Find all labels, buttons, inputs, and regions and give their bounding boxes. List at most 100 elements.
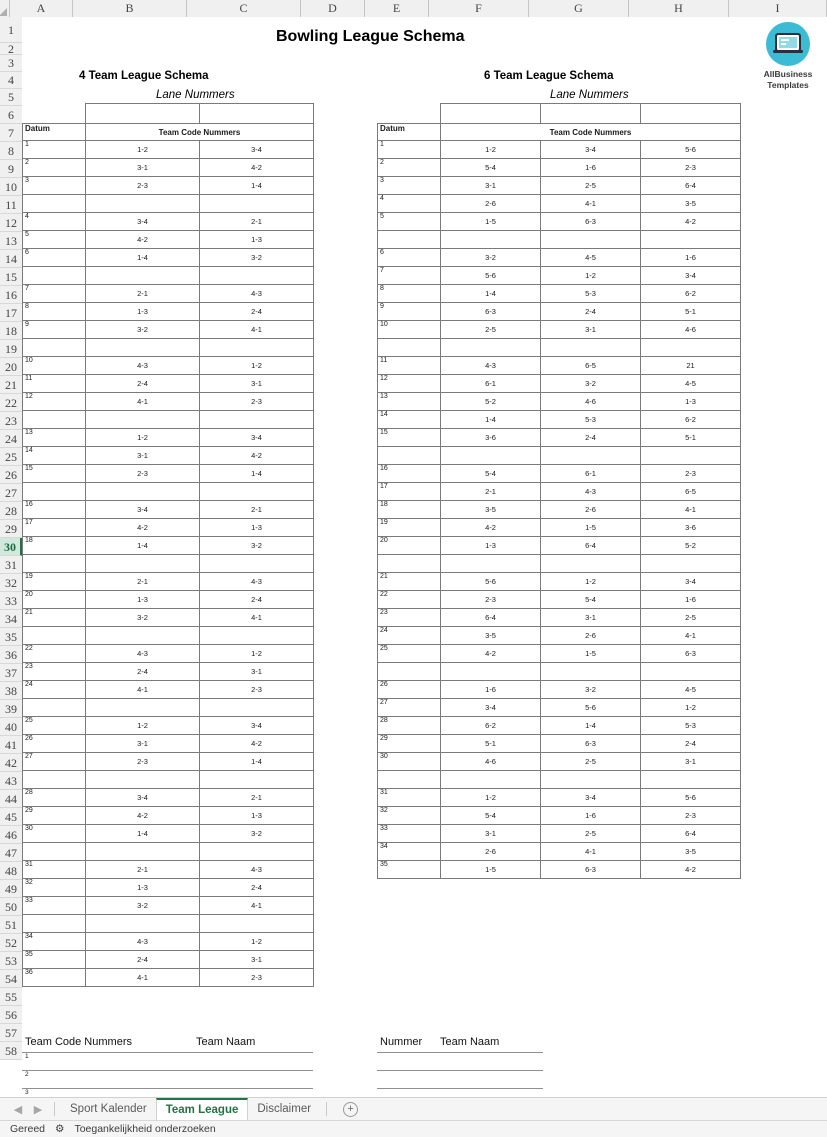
table-row[interactable]: 15 2-3 1-4 [22, 464, 314, 483]
schema4-datum-cell[interactable]: 32 [22, 878, 86, 897]
schema6-match-cell[interactable]: 2-6 [540, 626, 641, 645]
table-row[interactable]: 33 3-1 2-5 6-4 [377, 824, 741, 843]
schema6-match-cell[interactable]: 3-1 [540, 608, 641, 627]
row-header-7[interactable]: 7 [0, 124, 22, 142]
schema6-match-cell[interactable]: 5-3 [540, 410, 641, 429]
schema4-datum-cell[interactable]: 34 [22, 932, 86, 951]
schema4-match-cell[interactable]: 3-1 [85, 158, 200, 177]
schema6-match-cell[interactable]: 2-3 [440, 590, 541, 609]
row-header-32[interactable]: 32 [0, 574, 22, 592]
schema6-match-cell[interactable]: 1-2 [640, 698, 741, 717]
table-row[interactable]: 3 2-3 1-4 [22, 176, 314, 195]
schema4-match-cell[interactable] [85, 842, 200, 861]
schema6-match-cell[interactable]: 6-3 [440, 302, 541, 321]
table-row[interactable]: 34 4-3 1-2 [22, 932, 314, 951]
schema4-datum-cell[interactable]: 25 [22, 716, 86, 735]
schema4-match-cell[interactable] [85, 554, 200, 573]
schema4-datum-cell[interactable]: 8 [22, 302, 86, 321]
schema6-match-cell[interactable]: 1-6 [440, 680, 541, 699]
schema6-lane-box-0[interactable] [440, 103, 541, 124]
schema4-match-cell[interactable]: 1-3 [199, 230, 314, 249]
schema4-match-cell[interactable]: 3-4 [85, 212, 200, 231]
add-sheet-button[interactable]: + [343, 1101, 359, 1117]
row-header-56[interactable]: 56 [0, 1006, 22, 1024]
column-header-i[interactable]: I [729, 0, 827, 17]
schema4-match-cell[interactable]: 2-4 [199, 590, 314, 609]
schema4-match-cell[interactable]: 2-1 [85, 860, 200, 879]
row-header-30[interactable]: 30 [0, 538, 22, 556]
schema4-datum-cell[interactable]: 3 [22, 176, 86, 195]
schema6-match-cell[interactable]: 5-2 [640, 536, 741, 555]
schema6-match-cell[interactable]: 4-2 [640, 212, 741, 231]
schema4-match-cell[interactable]: 4-3 [199, 860, 314, 879]
schema6-match-cell[interactable] [440, 662, 541, 681]
table-row[interactable]: 4 3-4 2-1 [22, 212, 314, 231]
table-row[interactable] [377, 662, 741, 681]
schema6-match-cell[interactable] [440, 338, 541, 357]
chevron-left-icon[interactable]: ◀ [8, 1103, 28, 1116]
schema6-match-cell[interactable] [540, 446, 641, 465]
schema6-match-cell[interactable] [440, 770, 541, 789]
column-header-g[interactable]: G [529, 0, 629, 17]
schema6-datum-cell[interactable]: 22 [377, 590, 441, 609]
row-header-48[interactable]: 48 [0, 862, 22, 880]
table-row[interactable] [22, 194, 314, 213]
schema6-datum-cell[interactable]: 25 [377, 644, 441, 663]
schema6-match-cell[interactable]: 5-4 [540, 590, 641, 609]
table-row[interactable]: 35 2-4 3-1 [22, 950, 314, 969]
schema4-match-cell[interactable]: 1-2 [85, 716, 200, 735]
schema4-table[interactable]: Datum Team Code Nummers 1 1-2 3-4 2 3-1 4-2 3 2-3… [22, 103, 314, 987]
schema4-datum-cell[interactable]: 17 [22, 518, 86, 537]
schema4-match-cell[interactable]: 1-3 [85, 590, 200, 609]
row-header-25[interactable]: 25 [0, 448, 22, 466]
schema4-match-cell[interactable] [199, 482, 314, 501]
table-row[interactable]: 30 1-4 3-2 [22, 824, 314, 843]
schema4-match-cell[interactable]: 3-2 [85, 896, 200, 915]
row-header-42[interactable]: 42 [0, 754, 22, 772]
schema4-match-cell[interactable]: 4-3 [85, 644, 200, 663]
row-header-41[interactable]: 41 [0, 736, 22, 754]
row-header-55[interactable]: 55 [0, 988, 22, 1006]
schema4-match-cell[interactable]: 2-1 [199, 788, 314, 807]
schema4-match-cell[interactable]: 3-4 [199, 428, 314, 447]
schema6-match-cell[interactable] [640, 770, 741, 789]
schema4-match-cell[interactable]: 2-3 [85, 176, 200, 195]
schema4-match-cell[interactable]: 4-1 [85, 680, 200, 699]
accessibility-icon[interactable]: ⚙ [55, 1123, 64, 1135]
schema4-match-cell[interactable] [85, 482, 200, 501]
schema6-match-cell[interactable]: 21 [640, 356, 741, 375]
schema4-datum-cell[interactable]: 33 [22, 896, 86, 915]
table-row[interactable]: 20 1-3 2-4 [22, 590, 314, 609]
schema4-match-cell[interactable]: 2-4 [199, 302, 314, 321]
schema6-match-cell[interactable] [540, 554, 641, 573]
schema6-datum-cell[interactable]: 5 [377, 212, 441, 231]
row-header-16[interactable]: 16 [0, 286, 22, 304]
schema6-match-cell[interactable]: 6-2 [640, 284, 741, 303]
schema6-match-cell[interactable]: 5-6 [640, 788, 741, 807]
schema6-datum-cell[interactable] [377, 770, 441, 789]
row-header-12[interactable]: 12 [0, 214, 22, 232]
schema6-datum-cell[interactable] [377, 554, 441, 573]
table-row[interactable]: 2 5-4 1-6 2-3 [377, 158, 741, 177]
table-row[interactable]: 9 3-2 4-1 [22, 320, 314, 339]
schema6-match-cell[interactable]: 3-1 [640, 752, 741, 771]
schema4-match-cell[interactable]: 3-2 [85, 320, 200, 339]
schema6-datum-cell[interactable]: 2 [377, 158, 441, 177]
chevron-right-icon[interactable]: ▶ [28, 1103, 48, 1116]
schema6-match-cell[interactable] [640, 230, 741, 249]
schema6-datum-cell[interactable]: 32 [377, 806, 441, 825]
table-row[interactable]: 28 6-2 1-4 5-3 [377, 716, 741, 735]
column-header-c[interactable]: C [187, 0, 301, 17]
schema6-match-cell[interactable]: 6-4 [440, 608, 541, 627]
schema6-match-cell[interactable]: 3-2 [540, 680, 641, 699]
row-header-52[interactable]: 52 [0, 934, 22, 952]
schema6-match-cell[interactable]: 3-5 [440, 500, 541, 519]
schema4-datum-cell[interactable] [22, 482, 86, 501]
schema6-match-cell[interactable]: 4-5 [640, 374, 741, 393]
table-row[interactable]: 28 3-4 2-1 [22, 788, 314, 807]
schema6-datum-cell[interactable]: 29 [377, 734, 441, 753]
schema4-match-cell[interactable] [199, 770, 314, 789]
table-row[interactable]: 31 1-2 3-4 5-6 [377, 788, 741, 807]
table-row[interactable]: 29 4-2 1-3 [22, 806, 314, 825]
schema4-match-cell[interactable]: 4-3 [199, 284, 314, 303]
